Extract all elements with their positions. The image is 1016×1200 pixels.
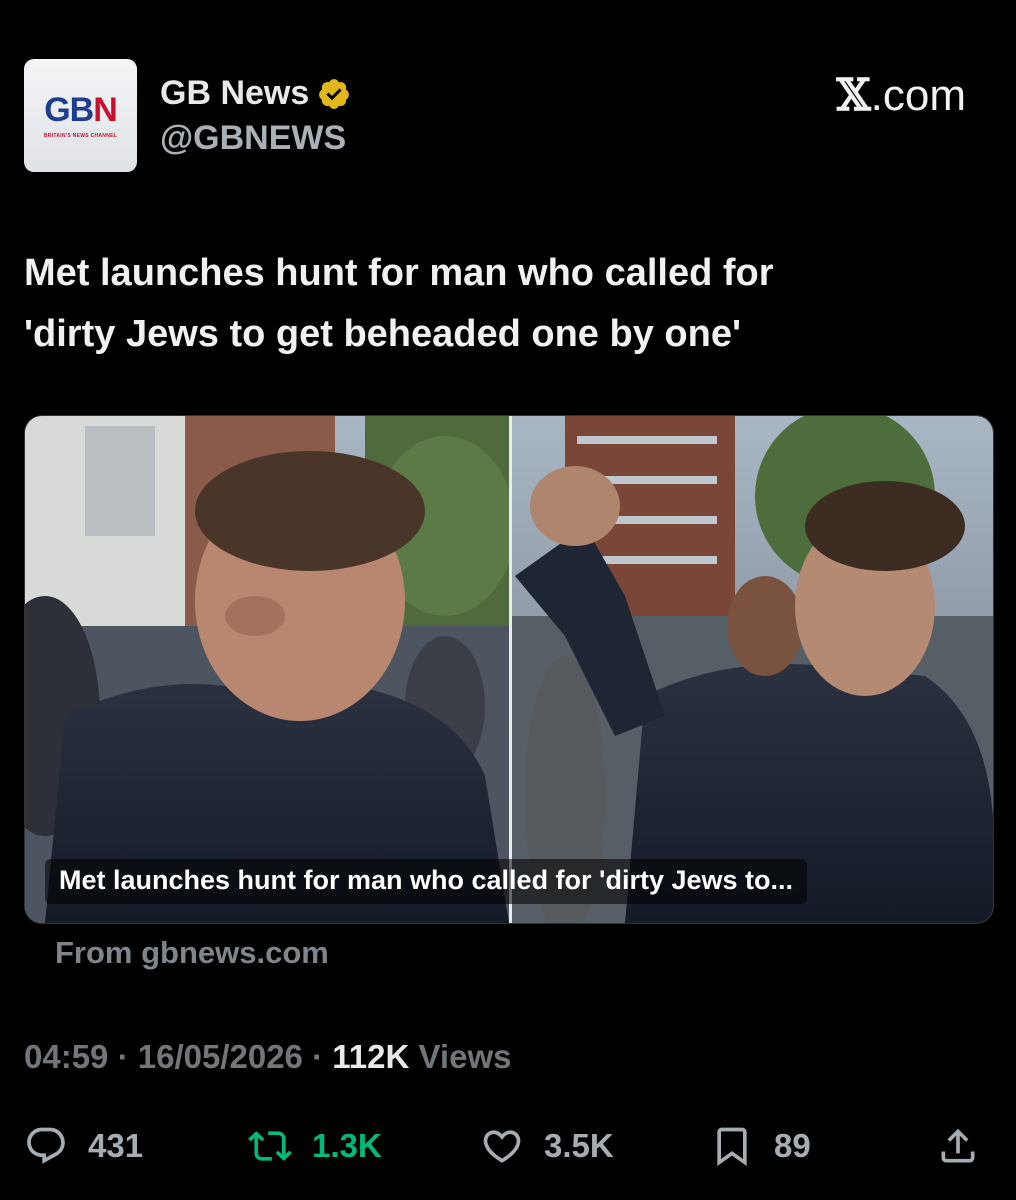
- meta-separator: ·: [117, 1038, 129, 1075]
- account-name-row[interactable]: GB News: [160, 74, 351, 113]
- like-button[interactable]: 3.5K: [480, 1118, 614, 1174]
- bookmark-icon: [717, 1127, 747, 1167]
- bookmark-count: 89: [774, 1127, 811, 1164]
- like-count: 3.5K: [544, 1127, 614, 1164]
- card-source[interactable]: From gbnews.com: [55, 935, 329, 971]
- verified-badge-icon: [319, 78, 350, 109]
- like-icon: [483, 1130, 521, 1163]
- bookmark-button[interactable]: 89: [710, 1118, 811, 1174]
- meta-separator: ·: [312, 1038, 324, 1075]
- retweet-button[interactable]: 1.3K: [248, 1118, 382, 1174]
- retweet-count: 1.3K: [312, 1127, 382, 1164]
- account-name[interactable]: GB News: [160, 74, 309, 113]
- reply-count: 431: [88, 1127, 144, 1164]
- account-handle[interactable]: @GBNEWS: [160, 119, 346, 158]
- tweet-meta: 04:59 · 16/05/2026 · 112K Views: [24, 1038, 511, 1076]
- site-brand: 𝕏.com: [836, 70, 967, 121]
- tweet-date[interactable]: 16/05/2026: [138, 1038, 303, 1075]
- logo-tagline: BRITAIN'S NEWS CHANNEL: [43, 132, 118, 139]
- tweet-text: Met launches hunt for man who called for…: [24, 243, 984, 365]
- share-icon: [941, 1128, 975, 1163]
- share-button[interactable]: [936, 1118, 980, 1174]
- card-caption: Met launches hunt for man who called for…: [45, 859, 808, 904]
- x-logo-icon: 𝕏: [836, 70, 871, 121]
- reply-icon: [27, 1127, 65, 1164]
- headline-line-2: 'dirty Jews to get beheaded one by one': [24, 313, 741, 355]
- gb-news-logo: GBN: [44, 90, 118, 129]
- headline-line-1: Met launches hunt for man who called for: [24, 252, 774, 294]
- views-count[interactable]: 112K: [332, 1038, 409, 1075]
- retweet-icon: [248, 1131, 292, 1161]
- views-label: Views: [418, 1038, 512, 1075]
- reply-button[interactable]: 431: [24, 1118, 143, 1174]
- link-card[interactable]: Met launches hunt for man who called for…: [24, 415, 994, 924]
- account-avatar[interactable]: GBN BRITAIN'S NEWS CHANNEL: [24, 59, 137, 172]
- action-bar: 431 1.3K 3.5K 89: [0, 1118, 1016, 1174]
- card-image: [25, 416, 993, 923]
- tweet-time[interactable]: 04:59: [24, 1038, 108, 1075]
